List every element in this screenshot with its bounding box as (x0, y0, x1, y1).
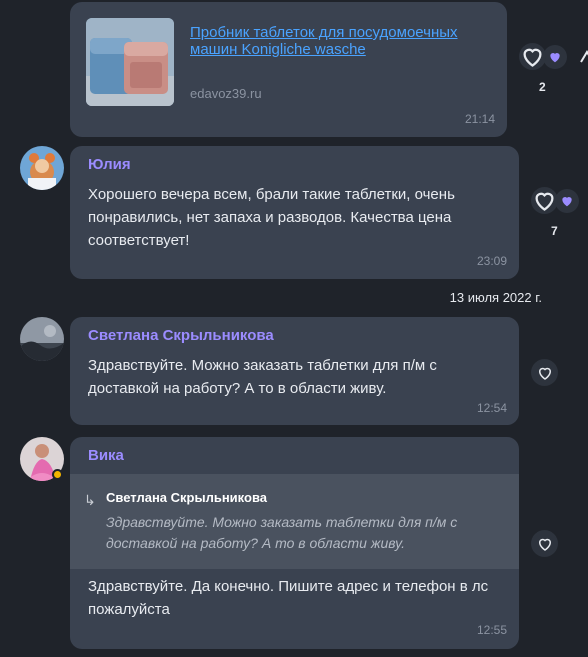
link-preview-image[interactable] (86, 18, 174, 106)
message-time: 21:14 (464, 112, 495, 126)
heart-outline-icon[interactable] (531, 187, 558, 214)
message-time: 12:55 (476, 623, 507, 637)
message-bubble: Светлана Скрыльникова Здравствуйте. Можн… (70, 317, 519, 425)
author-name[interactable]: Юлия (88, 156, 131, 173)
avatar[interactable] (20, 146, 64, 190)
heart-outline-icon[interactable] (531, 359, 558, 386)
message-time: 23:09 (476, 254, 507, 268)
reaction-group[interactable] (531, 187, 579, 214)
reply-arrow-icon[interactable] (578, 47, 588, 67)
author-name[interactable]: Вика (88, 447, 124, 464)
status-badge (52, 469, 63, 480)
reaction-group[interactable] (519, 43, 567, 70)
reaction-count: 7 (551, 224, 558, 238)
author-name[interactable]: Светлана Скрыльникова (88, 327, 274, 344)
message-text: Здравствуйте. Можно заказать таблетки дл… (88, 357, 437, 397)
date-separator: 13 июля 2022 г. (449, 290, 542, 305)
heart-filled-icon[interactable] (555, 188, 579, 213)
message-bubble-link: Пробник таблеток для посудомоечных машин… (70, 2, 507, 137)
message-bubble: Вика ↳ Светлана Скрыльникова Здравствуйт… (70, 437, 519, 649)
reply-arrow-icon: ↳ (84, 492, 96, 508)
reaction-count: 2 (539, 80, 546, 94)
quote-author: Светлана Скрыльникова (106, 490, 268, 505)
quoted-reply[interactable]: ↳ Светлана Скрыльникова Здравствуйте. Мо… (70, 474, 519, 569)
message-bubble: Юлия Хорошего вечера всем, брали такие т… (70, 146, 519, 279)
message-text: Хорошего вечера всем, брали такие таблет… (88, 186, 455, 249)
heart-outline-icon[interactable] (531, 530, 558, 557)
message-time: 12:54 (476, 401, 507, 415)
avatar[interactable] (20, 317, 64, 361)
heart-filled-icon[interactable] (543, 44, 567, 69)
link-title[interactable]: Пробник таблеток для посудомоечных машин… (190, 24, 460, 58)
quote-text: Здравствуйте. Можно заказать таблетки дл… (106, 514, 458, 551)
message-text: Здравствуйте. Да конечно. Пишите адрес и… (88, 578, 489, 618)
heart-outline-icon[interactable] (519, 43, 546, 70)
link-domain: edavoz39.ru (190, 86, 262, 101)
